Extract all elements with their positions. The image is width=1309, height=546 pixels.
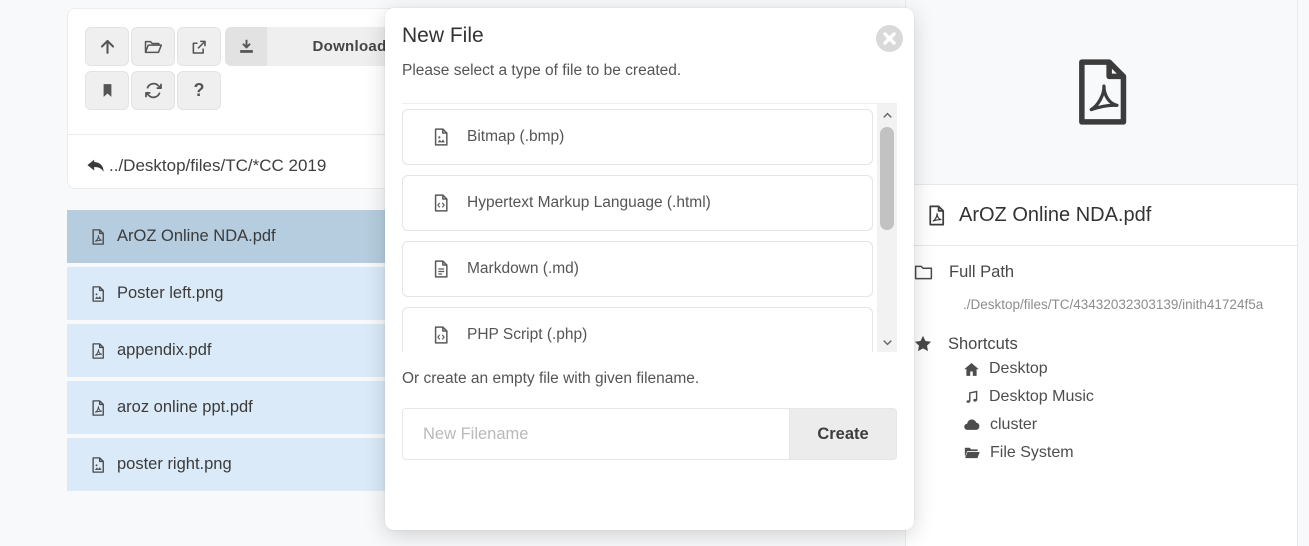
modal-close-button[interactable] [876, 25, 903, 52]
file-pdf-icon [89, 342, 107, 360]
shortcut-label: cluster [990, 416, 1037, 434]
folder-open-icon [143, 37, 163, 57]
file-type-markdown[interactable]: Markdown (.md) [402, 241, 873, 297]
file-pdf-icon [89, 399, 107, 417]
close-icon [876, 25, 903, 52]
shortcut-desktop[interactable]: Desktop [963, 360, 1297, 378]
file-explorer-app: Download ? [0, 0, 1309, 546]
shortcuts-label: Shortcuts [948, 335, 1018, 354]
shortcut-cluster[interactable]: cluster [963, 416, 1297, 434]
selected-file-name: ArOZ Online NDA.pdf [959, 204, 1151, 227]
new-filename-row: Create [402, 408, 897, 460]
go-up-button[interactable] [85, 27, 129, 66]
file-pdf-icon [1063, 53, 1141, 131]
new-filename-input[interactable] [403, 409, 789, 459]
file-name: Poster left.png [117, 284, 223, 303]
properties-panel: ArOZ Online NDA.pdf Full Path ./Desktop/… [905, 0, 1298, 546]
shortcuts-section: Shortcuts [906, 334, 1297, 354]
file-image-icon [431, 127, 451, 147]
shortcut-label: File System [990, 444, 1074, 462]
shortcut-label: Desktop Music [989, 388, 1094, 406]
file-type-html[interactable]: Hypertext Markup Language (.html) [402, 175, 873, 231]
file-name: appendix.pdf [117, 341, 212, 360]
full-path-label: Full Path [949, 263, 1014, 282]
file-type-label: Hypertext Markup Language (.html) [467, 194, 711, 212]
scrollbar[interactable] [877, 104, 897, 352]
home-icon [963, 361, 980, 378]
selected-file-title: ArOZ Online NDA.pdf [906, 185, 1297, 246]
scrollbar-thumb[interactable] [880, 127, 894, 230]
scroll-down-icon[interactable] [877, 333, 897, 351]
shortcuts-list: Desktop Desktop Music cluster [906, 360, 1297, 462]
file-type-label: Markdown (.md) [467, 260, 579, 278]
shortcut-label: Desktop [989, 360, 1048, 378]
file-name: poster right.png [117, 455, 232, 474]
star-icon [913, 334, 933, 354]
open-button[interactable] [131, 27, 175, 66]
scroll-up-icon[interactable] [877, 106, 897, 124]
new-file-modal: New File Please select a type of file to… [385, 8, 914, 530]
cloud-icon [963, 416, 981, 434]
music-icon [963, 389, 980, 406]
shortcut-desktop-music[interactable]: Desktop Music [963, 388, 1297, 406]
file-image-icon [89, 285, 107, 303]
refresh-button[interactable] [131, 71, 175, 110]
file-code-icon [431, 325, 451, 345]
full-path-value: ./Desktop/files/TC/43432032303139/inith4… [906, 297, 1297, 312]
modal-note: Or create an empty file with given filen… [402, 370, 699, 388]
external-link-icon [190, 38, 208, 56]
help-button[interactable]: ? [177, 71, 221, 110]
bookmark-icon [99, 82, 116, 99]
bookmark-button[interactable] [85, 71, 129, 110]
file-type-bitmap[interactable]: Bitmap (.bmp) [402, 109, 873, 165]
file-name: aroz online ppt.pdf [117, 398, 253, 417]
create-button[interactable]: Create [789, 409, 896, 459]
folder-open-filled-icon [963, 444, 981, 462]
modal-title: New File [402, 24, 484, 48]
shortcut-file-system[interactable]: File System [963, 444, 1297, 462]
properties-body: Full Path ./Desktop/files/TC/43432032303… [906, 246, 1297, 462]
breadcrumb[interactable]: ../Desktop/files/TC/*CC 2019 [85, 147, 326, 185]
file-name: ArOZ Online NDA.pdf [117, 227, 276, 246]
file-type-label: PHP Script (.php) [467, 326, 587, 344]
file-pdf-icon [89, 228, 107, 246]
breadcrumb-path: ../Desktop/files/TC/*CC 2019 [109, 156, 326, 176]
refresh-icon [144, 81, 163, 100]
file-code-icon [431, 193, 451, 213]
full-path-section: Full Path [906, 262, 1297, 283]
toolbar: Download ? [85, 27, 432, 115]
modal-subtitle: Please select a type of file to be creat… [402, 62, 681, 80]
file-image-icon [89, 456, 107, 474]
folder-icon [913, 262, 934, 283]
file-type-label: Bitmap (.bmp) [467, 128, 564, 146]
file-preview [906, 0, 1297, 185]
file-text-icon [431, 259, 451, 279]
download-icon [225, 27, 267, 66]
file-pdf-icon [925, 204, 948, 227]
open-external-button[interactable] [177, 27, 221, 66]
help-icon: ? [194, 80, 205, 101]
arrow-up-icon [98, 37, 117, 56]
file-type-list: Bitmap (.bmp) Hypertext Markup Language … [402, 103, 897, 352]
back-arrow-icon [85, 156, 106, 177]
file-type-php[interactable]: PHP Script (.php) [402, 307, 873, 352]
